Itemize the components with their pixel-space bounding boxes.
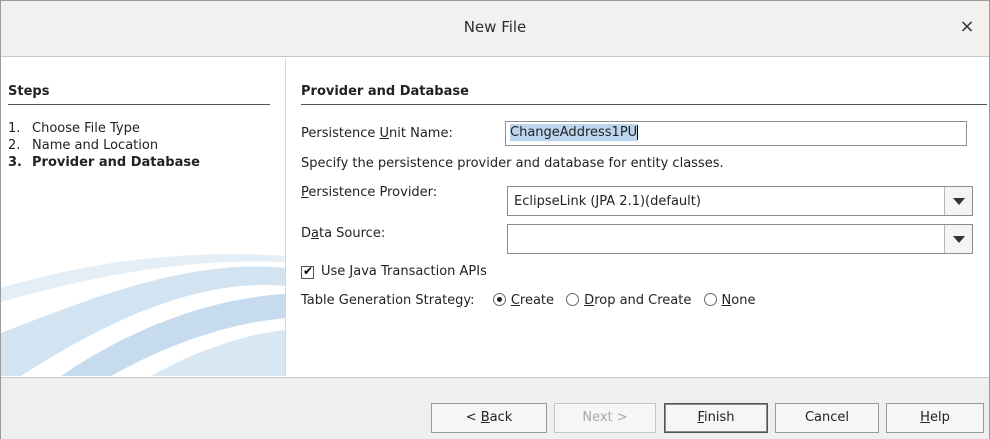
unit-name-value: ChangeAddress1PU	[510, 124, 638, 141]
radio-unselected-icon	[566, 293, 580, 306]
wizard-swoosh-graphic	[1, 254, 285, 376]
table-strategy-row: Table Generation Strategy: Create Drop a…	[301, 293, 763, 308]
help-button[interactable]: Help	[886, 403, 984, 433]
chevron-down-icon	[953, 198, 965, 205]
checkmark-icon: ✔	[303, 264, 314, 278]
data-source-dropdown-button[interactable]	[944, 225, 972, 253]
radio-none[interactable]: None	[703, 293, 755, 308]
title-bar: New File ×	[1, 1, 989, 57]
button-bar: < Back Next > Finish Cancel Help	[1, 377, 989, 439]
step-label: Choose File Type	[32, 121, 140, 136]
cancel-button[interactable]: Cancel	[775, 403, 879, 433]
persistence-provider-select[interactable]: EclipseLink (JPA 2.1)(default)	[507, 186, 973, 216]
step-label: Name and Location	[32, 138, 159, 153]
data-source-select[interactable]	[507, 224, 973, 254]
radio-unselected-icon	[703, 293, 717, 306]
provider-database-panel: Provider and Database Persistence Unit N…	[287, 58, 989, 376]
radio-selected-icon	[492, 293, 506, 306]
step-item: 1. Choose File Type	[8, 121, 140, 136]
step-label: Provider and Database	[32, 155, 200, 170]
finish-button[interactable]: Finish	[664, 403, 768, 433]
persistence-unit-name-field[interactable]: ChangeAddress1PU	[505, 121, 967, 146]
steps-heading: Steps	[8, 84, 270, 105]
step-item: 2. Name and Location	[8, 138, 158, 153]
provider-dropdown-button[interactable]	[944, 187, 972, 215]
step-number: 1.	[8, 121, 21, 136]
steps-panel: Steps 1. Choose File Type 2. Name and Loca…	[1, 58, 286, 376]
jta-checkbox[interactable]: ✔	[301, 264, 314, 279]
provider-value: EclipseLink (JPA 2.1)(default)	[514, 194, 701, 209]
close-button[interactable]: ×	[955, 15, 979, 39]
description-text: Specify the persistence provider and dat…	[301, 156, 724, 171]
step-item-current: 3. Provider and Database	[8, 155, 200, 170]
radio-drop-and-create[interactable]: Drop and Create	[566, 293, 691, 308]
table-strategy-label: Table Generation Strategy:	[301, 293, 475, 308]
jta-label[interactable]: Use Java Transaction APIs	[321, 264, 487, 279]
step-number: 2.	[8, 138, 21, 153]
back-button[interactable]: < Back	[431, 403, 547, 433]
new-file-dialog: New File × Steps 1. Choose File Type 2. Na…	[0, 0, 990, 439]
radio-create[interactable]: Create	[492, 293, 554, 308]
dialog-title: New File	[463, 18, 527, 36]
chevron-down-icon	[953, 236, 965, 243]
next-button[interactable]: Next >	[554, 403, 656, 433]
unit-name-label: Persistence Unit Name:	[301, 126, 453, 141]
step-number: 3.	[8, 155, 22, 170]
persistence-provider-label: Persistence Provider:	[301, 185, 438, 200]
close-icon: ×	[959, 16, 975, 37]
panel-heading: Provider and Database	[301, 84, 987, 105]
data-source-label: Data Source:	[301, 226, 386, 241]
